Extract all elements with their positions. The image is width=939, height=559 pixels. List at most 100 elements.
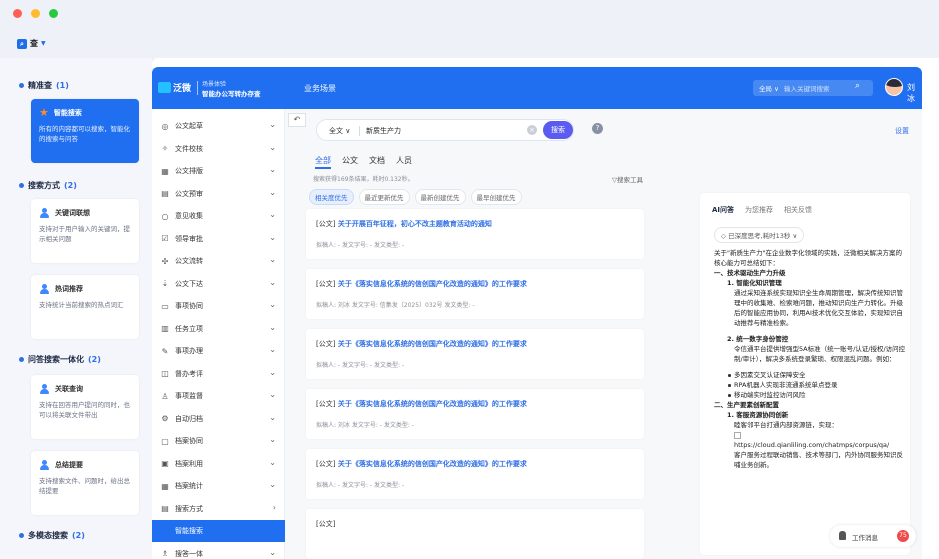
search-tools-button[interactable]: ▽搜索工具 bbox=[612, 174, 643, 184]
result-card[interactable]: [公文] bbox=[306, 509, 644, 559]
search-icon[interactable]: ⌕ bbox=[855, 81, 860, 91]
feature-card-title: 热词推荐 bbox=[55, 285, 83, 293]
app-switcher[interactable]: ⌕ 查 ▼ bbox=[17, 38, 46, 49]
search-scope-select[interactable]: 全文 ∨ bbox=[329, 126, 350, 136]
chevron-down-icon: ⌄ bbox=[269, 142, 276, 152]
close-window-button[interactable] bbox=[13, 9, 22, 18]
result-card[interactable]: [公文] 关于《落实信息化系统的信创国产化改造的通知》的工作要求 拟稿人: - 发… bbox=[306, 329, 644, 379]
work-message-button[interactable]: 工作消息 75 bbox=[830, 525, 916, 547]
chevron-down-icon: ⌄ bbox=[269, 435, 276, 444]
result-title[interactable]: [公文] 关于《落实信息化系统的信创国产化改造的通知》的工作要求 bbox=[316, 459, 527, 469]
menu-item[interactable]: ✣ 公文流转 ⌄ bbox=[152, 250, 285, 272]
result-card[interactable]: [公文] 关于《落实信息化系统的信创国产化改造的通知》的工作要求 拟稿人: - 发… bbox=[306, 449, 644, 499]
tab-recommendations[interactable]: 为您推荐 bbox=[745, 205, 773, 215]
search-button[interactable]: 搜索 bbox=[543, 121, 573, 139]
feature-card-title: 智能搜索 bbox=[53, 109, 82, 117]
feature-card[interactable]: 关联查询 支持在回答用户提问的同时，也可以将关联文件带出 bbox=[31, 375, 139, 439]
menu-item[interactable]: ▢ 档案协同 ⌄ bbox=[152, 430, 285, 452]
menu-item[interactable]: ⇣ 公文下达 ⌄ bbox=[152, 273, 285, 295]
result-title[interactable]: [公文] 关于《落实信息化系统的信创国产化改造的通知》的工作要求 bbox=[316, 399, 527, 409]
window-titlebar bbox=[0, 0, 939, 30]
menu-item[interactable]: ▤ 公文预审 ⌄ bbox=[152, 183, 285, 205]
search-bar[interactable]: 全文 ∨ 新质生产力 × 搜索 bbox=[316, 119, 574, 141]
global-search-scope[interactable]: 全局 ∨ bbox=[759, 83, 779, 93]
menu-item[interactable]: ▦ 档案统计 ⌄ bbox=[152, 475, 285, 497]
tab-people[interactable]: 人员 bbox=[396, 155, 412, 169]
feature-card[interactable]: ★ 智能搜索 所有的内容都可以搜索，智能化的搜索与问答 bbox=[31, 99, 139, 163]
result-title[interactable]: [公文] bbox=[316, 519, 335, 529]
menu-item[interactable]: ▭ 事项协同 ⌄ bbox=[152, 295, 285, 317]
nav-business-scenes[interactable]: 业务场景 bbox=[304, 83, 336, 94]
settings-link[interactable]: 设置 bbox=[895, 126, 909, 136]
menu-item[interactable]: ◎ 公文起草 ⌄ bbox=[152, 115, 285, 137]
menu-item[interactable]: ✧ 文件校核 ⌄ bbox=[152, 138, 285, 160]
tab-ai-qa[interactable]: AI问答 bbox=[712, 205, 734, 215]
section-header: 精准查 (1) bbox=[19, 80, 69, 91]
tab-all[interactable]: 全部 bbox=[315, 155, 331, 169]
result-title-text[interactable]: 关于开展百年征程，初心不改主题教育活动的通知 bbox=[338, 220, 492, 228]
broken-image-icon bbox=[734, 431, 741, 439]
search-input[interactable]: 新质生产力 bbox=[366, 126, 401, 136]
user-name[interactable]: 刘冰 bbox=[907, 82, 922, 104]
sort-newest[interactable]: 最新创建优先 bbox=[414, 189, 466, 205]
tab-feedback[interactable]: 相关反馈 bbox=[784, 205, 812, 215]
result-title-text[interactable]: 关于《落实信息化系统的信创国产化改造的通知》的工作要求 bbox=[338, 400, 527, 408]
menu-item[interactable]: ⚙ 自动归档 ⌄ bbox=[152, 408, 285, 430]
feature-card-title: 总结提要 bbox=[55, 461, 83, 469]
feature-card[interactable]: 关键词联想 支持对于用户输入的关键词，提示相关问题 bbox=[31, 199, 139, 263]
maximize-window-button[interactable] bbox=[49, 9, 58, 18]
tab-documents[interactable]: 公文 bbox=[342, 155, 358, 169]
menu-item[interactable]: ▥ 任务立项 ⌄ bbox=[152, 318, 285, 340]
thinking-toggle[interactable]: ◇ 已深度思考,耗时13秒 ∨ bbox=[714, 227, 805, 243]
result-card[interactable]: [公文] 关于《落实信息化系统的信创国产化改造的通知》的工作要求 拟稿人: 刘冰 … bbox=[306, 269, 644, 319]
result-title-text[interactable]: 关于《落实信息化系统的信创国产化改造的通知》的工作要求 bbox=[338, 280, 527, 288]
menu-item[interactable]: 智能搜索 bbox=[152, 520, 285, 542]
sort-oldest[interactable]: 最早创建优先 bbox=[470, 189, 522, 205]
global-search[interactable]: 全局 ∨ 输入关键词搜索 ⌕ bbox=[753, 80, 873, 96]
ai-link[interactable]: https://cloud.qianliling.com/chatmps/cor… bbox=[714, 440, 908, 450]
sort-recent-update[interactable]: 最近更新优先 bbox=[358, 189, 410, 205]
menu-item[interactable]: ✎ 事项办理 ⌄ bbox=[152, 340, 285, 362]
menu-item[interactable]: ☑ 领导审批 ⌄ bbox=[152, 228, 285, 250]
result-title[interactable]: [公文] 关于《落实信息化系统的信创国产化改造的通知》的工作要求 bbox=[316, 279, 527, 289]
feature-card-desc: 支持对于用户输入的关键词，提示相关问题 bbox=[39, 225, 130, 243]
grid-icon: ▦ bbox=[161, 166, 169, 176]
feature-card-desc: 支持统计当前搜索的热点词汇 bbox=[39, 301, 124, 309]
chevron-down-icon: ⌄ bbox=[269, 412, 276, 422]
menu-item[interactable]: ▣ 档案利用 ⌄ bbox=[152, 453, 285, 475]
menu-item[interactable]: ◫ 督办考评 ⌄ bbox=[152, 363, 285, 385]
result-type: [公文] bbox=[316, 280, 336, 288]
result-type: [公文] bbox=[316, 460, 336, 468]
user-icon bbox=[39, 460, 50, 470]
user-icon bbox=[39, 284, 50, 294]
menu-item[interactable]: ♙ 事项监督 ⌄ bbox=[152, 385, 285, 407]
result-tabs: 全部 公文 文档 人员 bbox=[315, 155, 412, 169]
feature-card[interactable]: 总结提要 支持搜索文件、问题时，给出总结提要 bbox=[31, 451, 139, 515]
ai-subheading: 2. 统一数字身份管控 bbox=[727, 335, 789, 343]
menu-item[interactable]: ▤ 搜索方式 › bbox=[152, 498, 285, 520]
result-title-text[interactable]: 关于《落实信息化系统的信创国产化改造的通知》的工作要求 bbox=[338, 340, 527, 348]
back-button[interactable]: ↶ bbox=[288, 113, 306, 127]
avatar[interactable] bbox=[885, 78, 903, 96]
result-type: [公文] bbox=[316, 340, 336, 348]
section-count: (2) bbox=[72, 531, 85, 540]
menu-item[interactable]: ○ 意见收集 ⌄ bbox=[152, 205, 285, 227]
result-title[interactable]: [公文] 关于开展百年征程，初心不改主题教育活动的通知 bbox=[316, 219, 492, 229]
result-card[interactable]: [公文] 关于《落实信息化系统的信创国产化改造的通知》的工作要求 拟稿人: 刘冰 … bbox=[306, 389, 644, 439]
result-title[interactable]: [公文] 关于《落实信息化系统的信创国产化改造的通知》的工作要求 bbox=[316, 339, 527, 349]
minimize-window-button[interactable] bbox=[31, 9, 40, 18]
tab-files[interactable]: 文档 bbox=[369, 155, 385, 169]
sort-relevance[interactable]: 相关度优先 bbox=[309, 189, 354, 205]
download-icon: ⇣ bbox=[161, 279, 169, 288]
menu-item[interactable]: ▦ 公文排版 ⌄ bbox=[152, 160, 285, 182]
top-navbar: 泛微 场景体验 智能办公写转办存查 业务场景 全局 ∨ 输入关键词搜索 ⌕ 刘冰 bbox=[152, 67, 922, 109]
chevron-down-icon: ▼ bbox=[41, 40, 46, 47]
menu-item[interactable]: ♗ 搜答一体 ⌄ bbox=[152, 543, 285, 559]
result-card[interactable]: [公文] 关于开展百年征程，初心不改主题教育活动的通知 拟稿人: - 发文字号: … bbox=[306, 209, 644, 259]
result-title-text[interactable]: 关于《落实信息化系统的信创国产化改造的通知》的工作要求 bbox=[338, 460, 527, 468]
help-icon[interactable]: ? bbox=[592, 123, 603, 134]
clear-icon[interactable]: × bbox=[527, 125, 537, 135]
global-search-input[interactable]: 输入关键词搜索 bbox=[784, 83, 830, 93]
ai-tabs: AI问答 为您推荐 相关反馈 bbox=[712, 205, 812, 215]
feature-card[interactable]: 热词推荐 支持统计当前搜索的热点词汇 bbox=[31, 275, 139, 339]
